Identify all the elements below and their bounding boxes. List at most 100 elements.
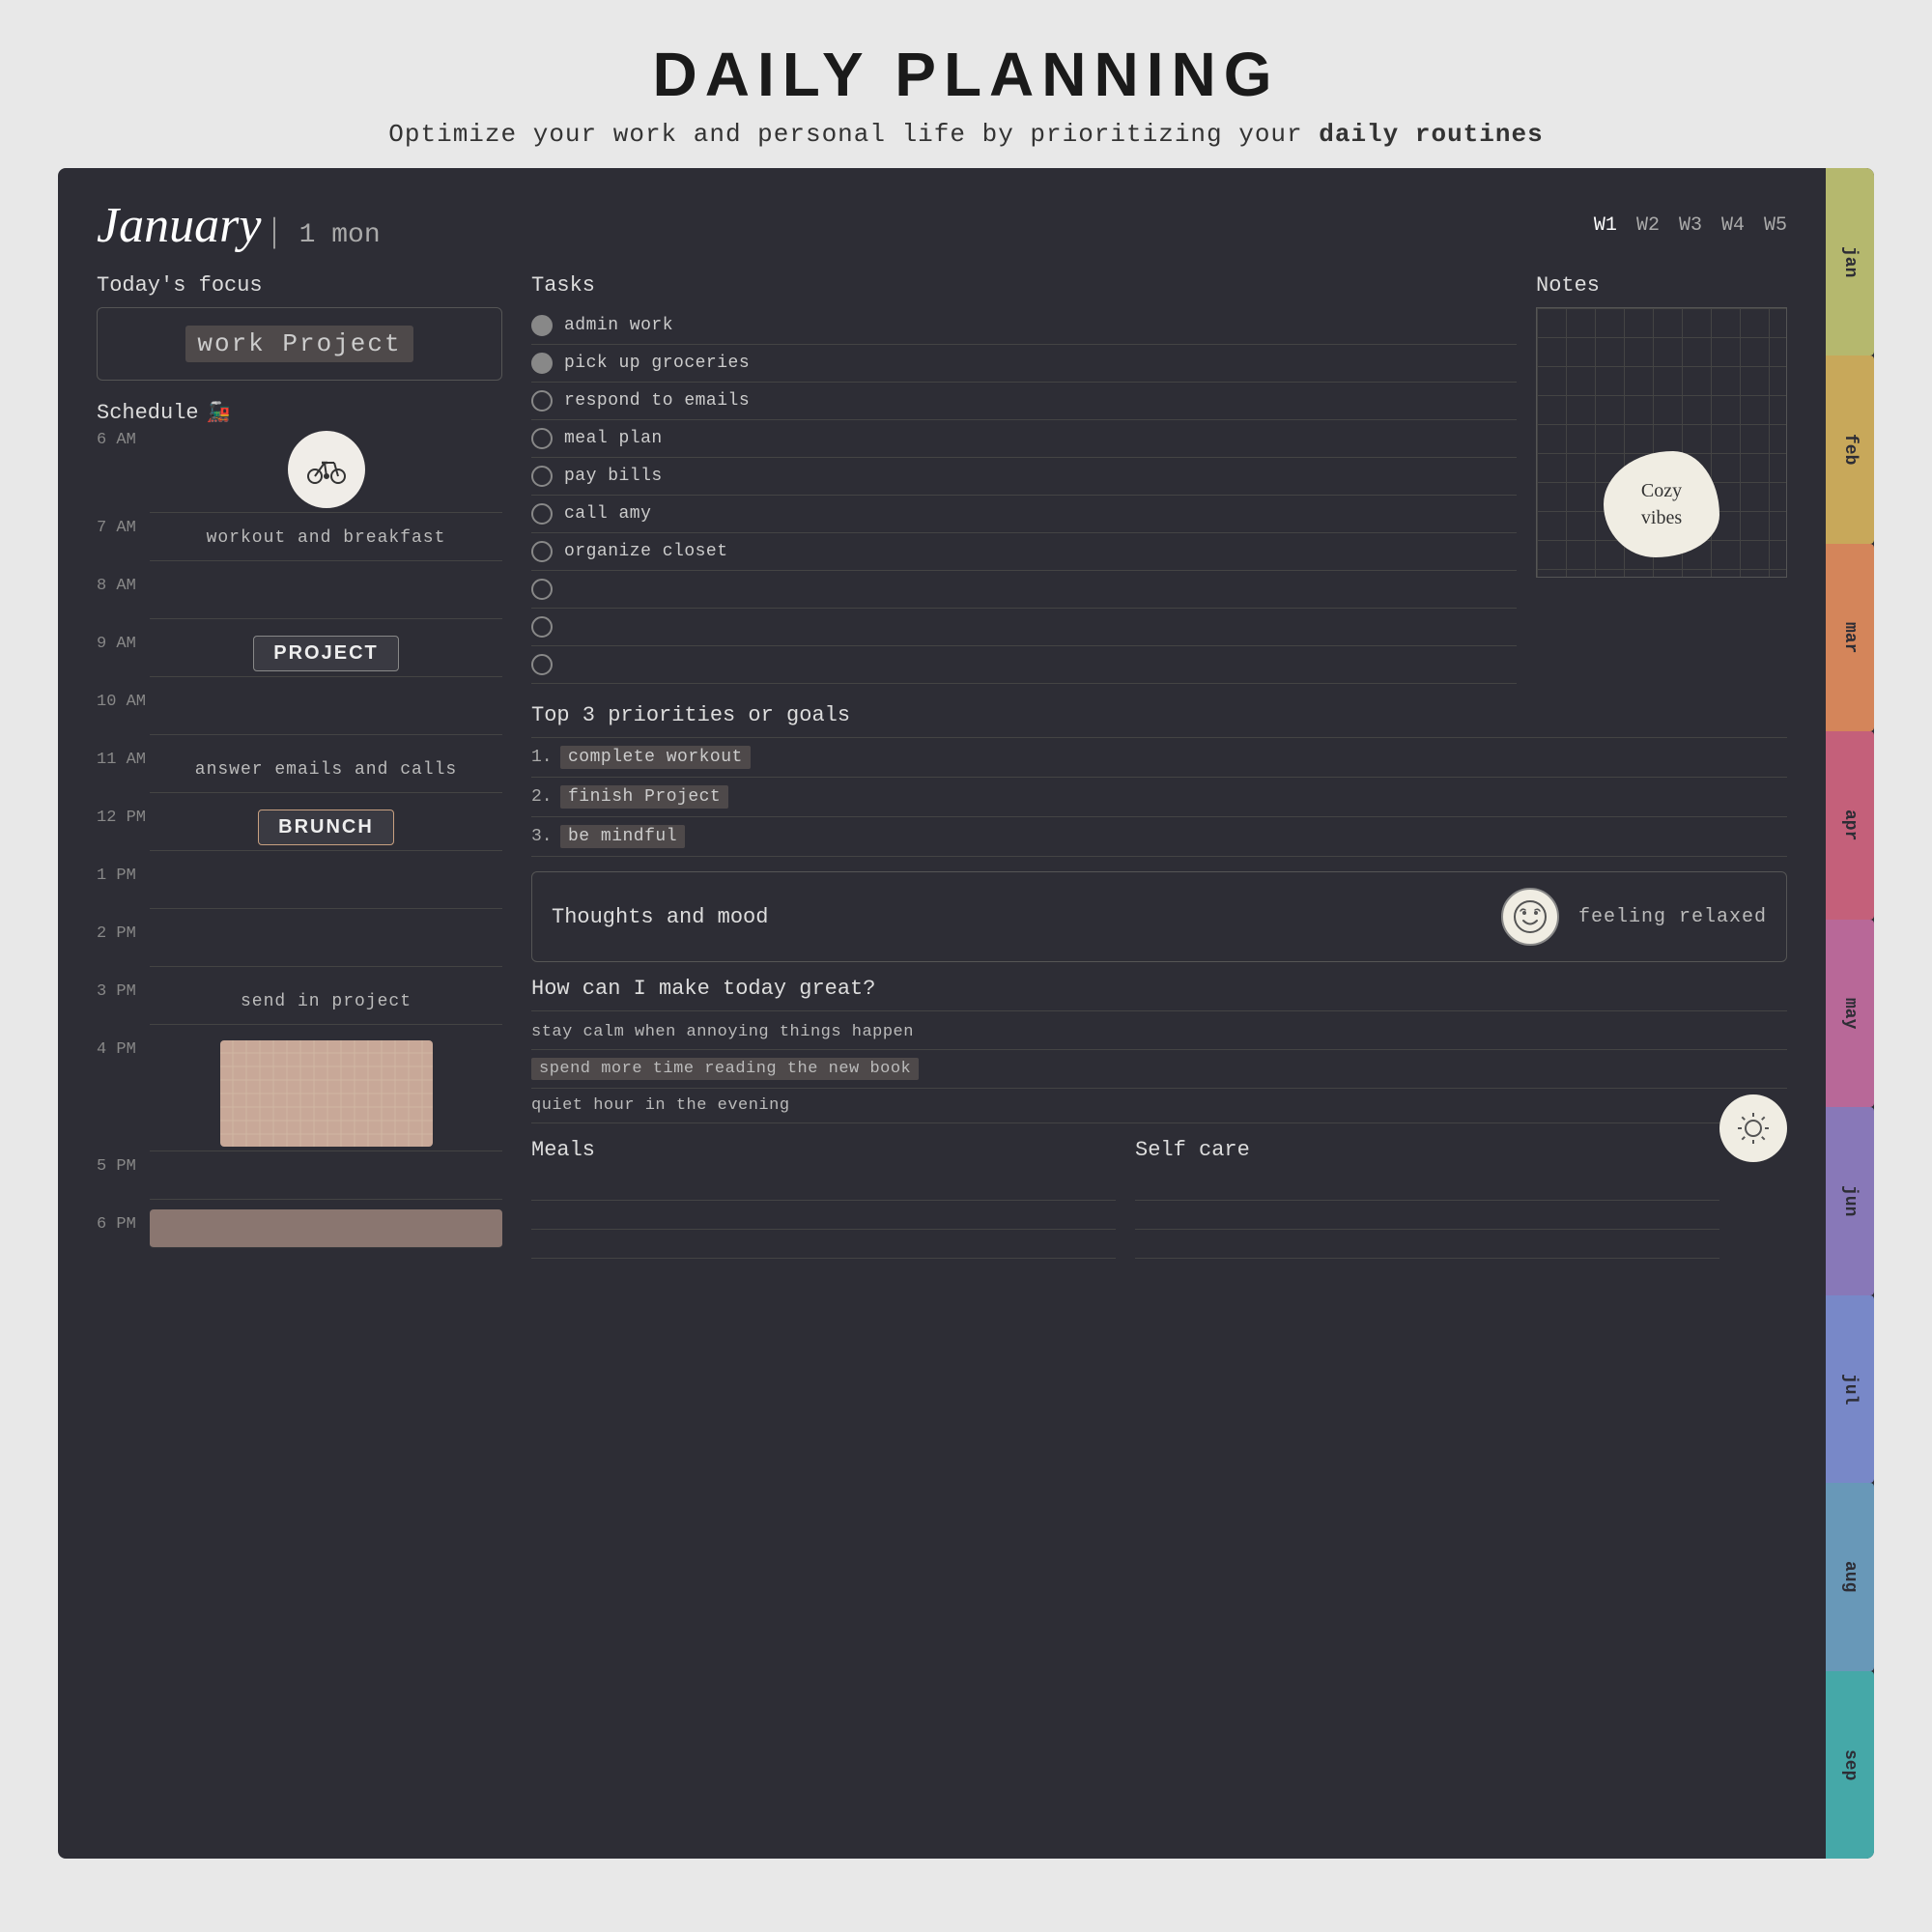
mood-smiley-icon [1501,888,1559,946]
plaid-decoration [220,1040,433,1147]
great-item-2[interactable]: spend more time reading the new book [531,1050,1787,1089]
schedule-3pm-text: send in project [241,992,412,1011]
time-block-12pm: 12 PM BRUNCH [97,803,502,861]
priority-item-2[interactable]: 2. finish Project [531,778,1787,817]
time-5pm: 5 PM [97,1151,150,1176]
tab-feb[interactable]: feb [1826,355,1874,543]
time-3pm: 3 PM [97,977,150,1001]
week-w4[interactable]: W4 [1721,214,1745,237]
time-block-10am: 10 AM [97,687,502,745]
bike-icon [288,431,365,508]
time-block-8am: 8 AM [97,571,502,629]
task-item[interactable]: pick up groceries [531,345,1517,383]
priority-text-1: complete workout [560,746,751,769]
task-text: organize closet [564,542,728,561]
great-item-1[interactable]: stay calm when annoying things happen [531,1015,1787,1050]
schedule-7am-text: workout and breakfast [207,528,446,548]
month-tabs: jan feb mar apr may jun jul aug sep [1826,168,1874,1859]
task-item[interactable]: meal plan [531,420,1517,458]
time-10am: 10 AM [97,687,150,711]
priority-item-1[interactable]: 1. complete workout [531,738,1787,778]
tab-sep[interactable]: sep [1826,1671,1874,1859]
task-text: pay bills [564,467,663,486]
left-column: Today's focus work Project Schedule 🚂 6 … [97,273,502,1267]
time-8am: 8 AM [97,571,150,595]
schedule-brunch-text: BRUNCH [278,816,374,838]
week-w3[interactable]: W3 [1679,214,1702,237]
sun-icon [1719,1094,1787,1162]
two-col-layout: Today's focus work Project Schedule 🚂 6 … [97,273,1787,1267]
right-column: Tasks admin work pick up groceries [531,273,1787,1267]
page-subtitle: Optimize your work and personal life by … [0,120,1932,149]
task-item[interactable] [531,571,1517,609]
priority-text-3: be mindful [560,825,685,848]
task-circle[interactable] [531,616,553,638]
priority-num-2: 2. [531,787,551,807]
great-section: How can I make today great? stay calm wh… [531,977,1787,1123]
tab-aug[interactable]: aug [1826,1483,1874,1670]
task-circle[interactable] [531,654,553,675]
time-block-9am: 9 AM PROJECT [97,629,502,687]
cozy-vibes-decoration: Cozyvibes [1604,451,1719,557]
task-item[interactable] [531,609,1517,646]
week-nav: W1 W2 W3 W4 W5 [1570,214,1787,237]
week-w1[interactable]: W1 [1594,214,1617,237]
notes-grid[interactable]: Cozyvibes [1536,307,1787,578]
task-circle[interactable] [531,353,553,374]
priorities-label: Top 3 priorities or goals [531,703,1787,727]
task-item[interactable]: call amy [531,496,1517,533]
task-circle[interactable] [531,428,553,449]
task-circle[interactable] [531,541,553,562]
time-7am: 7 AM [97,513,150,537]
thoughts-mood-box[interactable]: Thoughts and mood [531,871,1787,962]
bottom-row: Meals Self care [531,1138,1719,1259]
task-circle[interactable] [531,579,553,600]
time-block-6am: 6 AM [97,425,502,513]
task-text: pick up groceries [564,354,750,373]
meals-section: Meals [531,1138,1116,1259]
focus-box[interactable]: work Project [97,307,502,381]
notes-section: Notes Cozyvibes [1536,273,1787,684]
tasks-notes-row: Tasks admin work pick up groceries [531,273,1787,684]
task-circle[interactable] [531,503,553,525]
planner-container: jan feb mar apr may jun jul aug sep Janu… [58,168,1874,1859]
time-block-7am: 7 AM workout and breakfast [97,513,502,571]
task-item[interactable]: respond to emails [531,383,1517,420]
great-text-1: stay calm when annoying things happen [531,1023,914,1041]
task-circle[interactable] [531,315,553,336]
great-text-3: quiet hour in the evening [531,1096,790,1115]
day-label: 1 mon [299,220,381,250]
tab-apr[interactable]: apr [1826,731,1874,919]
great-text-2: spend more time reading the new book [531,1058,919,1080]
task-text: admin work [564,316,673,335]
meals-label: Meals [531,1138,1116,1162]
task-item[interactable]: pay bills [531,458,1517,496]
tab-jun[interactable]: jun [1826,1107,1874,1294]
schedule-icon: 🚂 [207,400,231,425]
time-block-5pm: 5 PM [97,1151,502,1209]
time-12pm: 12 PM [97,803,150,827]
task-circle[interactable] [531,466,553,487]
schedule-box-project: PROJECT [253,636,398,671]
priorities-section: Top 3 priorities or goals 1. complete wo… [531,703,1787,857]
cozy-vibes-text: Cozyvibes [1641,477,1682,531]
priority-item-3[interactable]: 3. be mindful [531,817,1787,857]
week-w5[interactable]: W5 [1764,214,1787,237]
tab-mar[interactable]: mar [1826,544,1874,731]
tab-jan[interactable]: jan [1826,168,1874,355]
selfcare-label: Self care [1135,1138,1719,1162]
task-circle[interactable] [531,390,553,412]
time-1pm: 1 PM [97,861,150,885]
time-4pm: 4 PM [97,1035,150,1059]
great-item-3[interactable]: quiet hour in the evening [531,1089,1787,1123]
task-item[interactable]: organize closet [531,533,1517,571]
month-title: January [97,197,261,254]
time-6pm: 6 PM [97,1209,150,1234]
task-item[interactable]: admin work [531,307,1517,345]
tab-may[interactable]: may [1826,920,1874,1107]
tab-jul[interactable]: jul [1826,1295,1874,1483]
week-w2[interactable]: W2 [1636,214,1660,237]
schedule-box-brunch: BRUNCH [258,810,394,845]
task-text: meal plan [564,429,663,448]
task-item[interactable] [531,646,1517,684]
